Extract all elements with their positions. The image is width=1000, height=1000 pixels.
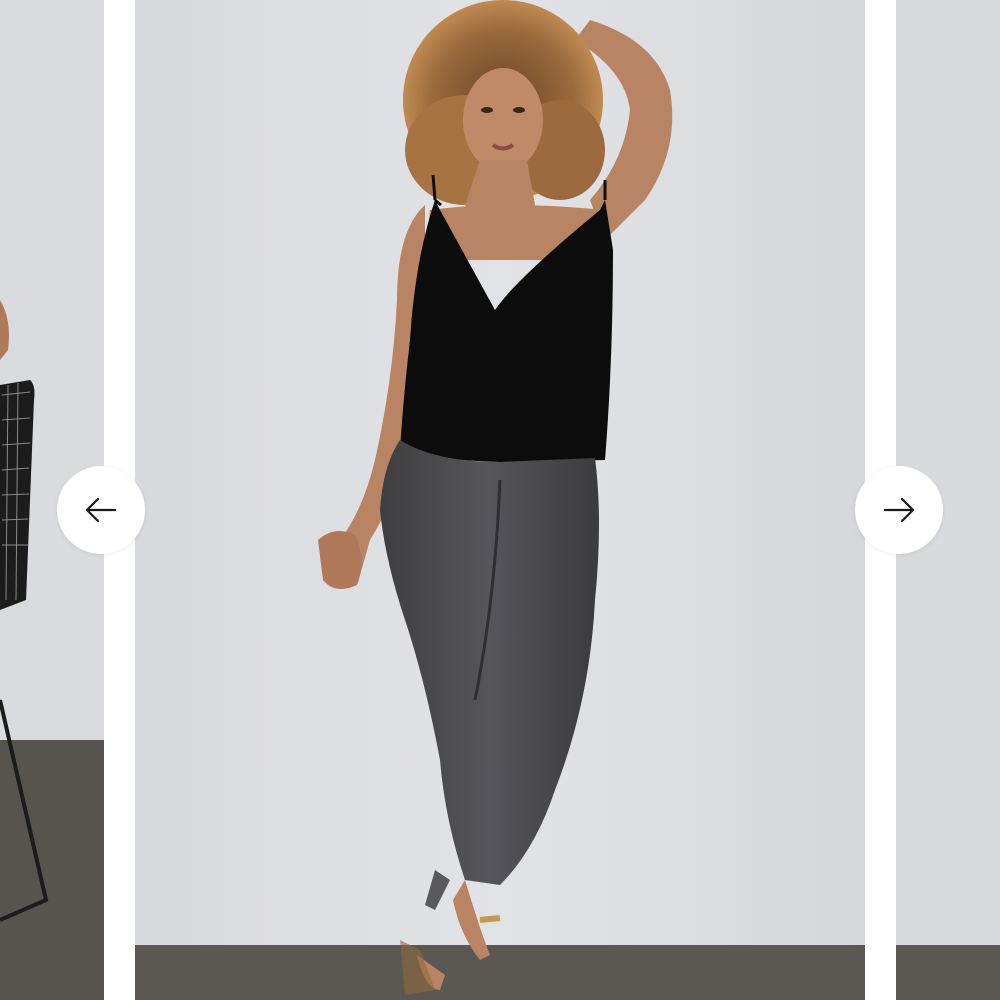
previous-slide-button[interactable] [57,466,145,554]
arrow-right-icon [883,497,915,523]
product-image-carousel [0,0,1000,1000]
arrow-left-icon [85,497,117,523]
current-slide-image [135,0,865,1000]
product-photo-model [135,0,865,1000]
next-slide-button[interactable] [855,466,943,554]
